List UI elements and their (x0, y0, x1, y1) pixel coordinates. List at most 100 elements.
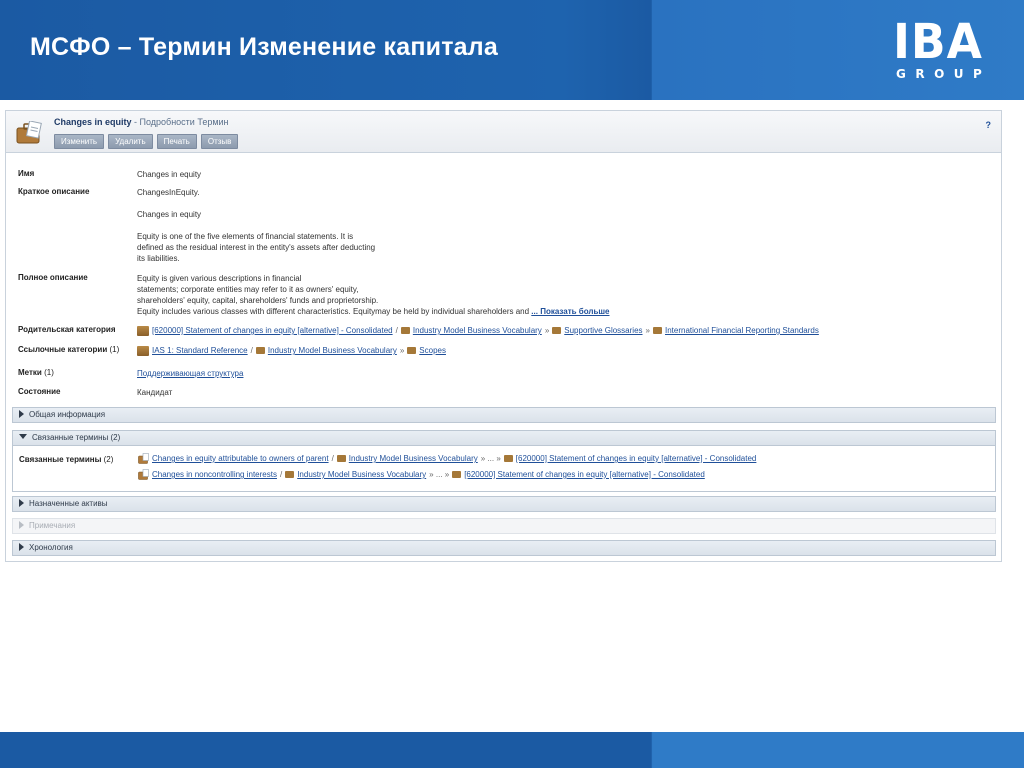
related-terms-content: Связанные термины (2) Changes in equity … (12, 446, 996, 492)
related-term-link[interactable]: Changes in equity attributable to owners… (152, 453, 329, 464)
prop-label-full-description: Полное описание (18, 273, 88, 282)
header-band: МСФО – Термин Изменение капитала IBA GRO… (0, 0, 1024, 100)
count-badge: (1) (109, 345, 120, 354)
full-desc-line: shareholders' equity, capital, sharehold… (137, 296, 379, 305)
short-desc-line: defined as the residual interest in the … (137, 243, 376, 252)
expand-arrow-icon (19, 521, 24, 529)
toolbar-subtitle: - Подробности Термин (131, 117, 229, 127)
prop-label-parent-category: Родительская категория (18, 325, 116, 334)
section-title: Хронология (29, 543, 73, 552)
folder-icon (503, 455, 513, 462)
breadcrumb-separator: » (645, 326, 650, 335)
term-icon (138, 469, 149, 480)
expand-arrow-icon (19, 499, 24, 507)
short-desc-line: Equity is one of the five elements of fi… (137, 232, 354, 241)
toolbar-buttons: Изменить Удалить Печать Отзыв (54, 134, 239, 149)
parent-category-breadcrumb: [620000] Statement of changes in equity … (137, 325, 819, 336)
parent-category-link[interactable]: [620000] Statement of changes in equity … (152, 325, 393, 336)
prop-label-status: Состояние (18, 387, 61, 396)
prop-label-text: Связанные термины (19, 455, 102, 464)
category-link[interactable]: Supportive Glossaries (564, 325, 642, 336)
full-desc-line: Equity is given various descriptions in … (137, 274, 302, 283)
category-link[interactable]: Industry Model Business Vocabulary (349, 453, 478, 464)
breadcrumb-ellipsis: » ... » (480, 454, 501, 463)
full-desc-text: Equity includes various classes with dif… (137, 307, 530, 316)
category-link[interactable]: Industry Model Business Vocabulary (413, 325, 542, 336)
folder-icon (137, 345, 149, 356)
breadcrumb-separator: » (544, 326, 550, 335)
folder-icon (137, 325, 149, 336)
short-desc-line: Changes in equity (137, 210, 202, 219)
folder-icon (407, 347, 417, 354)
folder-icon (652, 327, 662, 334)
prop-label-name: Имя (18, 169, 35, 178)
folder-icon (336, 455, 346, 462)
short-desc-line: ChangesInEquity. (137, 188, 200, 197)
folder-icon (255, 347, 265, 354)
category-link[interactable]: Industry Model Business Vocabulary (268, 345, 397, 356)
category-link[interactable]: International Financial Reporting Standa… (665, 325, 819, 336)
breadcrumb-separator: / (250, 346, 253, 355)
toolbar-title: Changes in equity - Подробности Термин (54, 117, 229, 127)
prop-value-status: Кандидат (137, 388, 173, 397)
reference-category-breadcrumb: IAS 1: Standard Reference / Industry Mod… (137, 345, 446, 356)
short-desc-line (137, 198, 375, 209)
prop-label-text: Ссылочные категории (18, 345, 108, 354)
breadcrumb-separator: / (395, 326, 398, 335)
logo-subtext: GROUP (896, 67, 992, 81)
footer-band (0, 732, 1024, 768)
related-term-link[interactable]: Changes in noncontrolling interests (152, 469, 277, 480)
prop-label-short-description: Краткое описание (18, 187, 90, 196)
related-terms-label: Связанные термины (2) (19, 455, 113, 464)
breadcrumb-separator: / (279, 470, 283, 479)
prop-value-full-description: Equity is given various descriptions in … (137, 273, 610, 317)
category-link[interactable]: Industry Model Business Vocabulary (297, 469, 426, 480)
show-more-link[interactable]: ... Показать больше (531, 307, 609, 316)
reference-category-link[interactable]: IAS 1: Standard Reference (152, 345, 248, 356)
section-assigned-assets[interactable]: Назначенные активы (12, 496, 996, 512)
help-link[interactable]: ? (986, 120, 992, 130)
feedback-button[interactable]: Отзыв (200, 134, 239, 149)
edit-button[interactable]: Изменить (54, 134, 105, 149)
prop-value-labels: Поддерживающая структура (137, 368, 243, 379)
folder-icon (285, 471, 295, 478)
category-link[interactable]: [620000] Statement of changes in equity … (516, 453, 757, 464)
folder-icon (400, 327, 410, 334)
logo-text: IBA (893, 14, 983, 70)
folder-icon (452, 471, 462, 478)
prop-label-reference-categories: Ссылочные категории (1) (18, 345, 119, 354)
term-name: Changes in equity (54, 117, 132, 127)
section-related-terms[interactable]: Связанные термины (2) (12, 430, 996, 446)
section-title: Примечания (29, 521, 76, 530)
category-link[interactable]: [620000] Statement of changes in equity … (464, 469, 705, 480)
label-link[interactable]: Поддерживающая структура (137, 369, 243, 378)
section-title: Связанные термины (2) (32, 433, 121, 442)
related-term-row: Changes in noncontrolling interests / In… (138, 469, 705, 480)
prop-value-short-description: ChangesInEquity. Changes in equity Equit… (137, 187, 375, 264)
delete-button[interactable]: Удалить (108, 134, 153, 149)
category-link[interactable]: Scopes (419, 345, 446, 356)
count-badge: (2) (103, 455, 114, 464)
section-title: Общая информация (29, 410, 106, 419)
slide: МСФО – Термин Изменение капитала IBA GRO… (0, 0, 1024, 768)
section-notes: Примечания (12, 518, 996, 534)
breadcrumb-ellipsis: » ... » (429, 470, 450, 479)
prop-label-labels: Метки (1) (18, 368, 54, 377)
breadcrumb-separator: » (399, 346, 405, 355)
full-desc-line: Equity includes various classes with dif… (137, 306, 610, 317)
prop-label-text: Метки (18, 368, 42, 377)
short-desc-line (137, 220, 375, 231)
term-details-panel: Changes in equity - Подробности Термин И… (5, 110, 1002, 562)
section-general-info[interactable]: Общая информация (12, 407, 996, 423)
section-title: Назначенные активы (29, 499, 108, 508)
term-icon (138, 453, 149, 464)
prop-value-name: Changes in equity (137, 170, 202, 179)
print-button[interactable]: Печать (156, 134, 197, 149)
expand-arrow-icon (19, 543, 24, 551)
full-desc-line: statements; corporate entities may refer… (137, 285, 359, 294)
term-briefcase-icon (16, 121, 42, 144)
folder-icon (552, 327, 562, 334)
section-history[interactable]: Хронология (12, 540, 996, 556)
expand-arrow-icon (19, 410, 24, 418)
count-badge: (1) (44, 368, 54, 377)
